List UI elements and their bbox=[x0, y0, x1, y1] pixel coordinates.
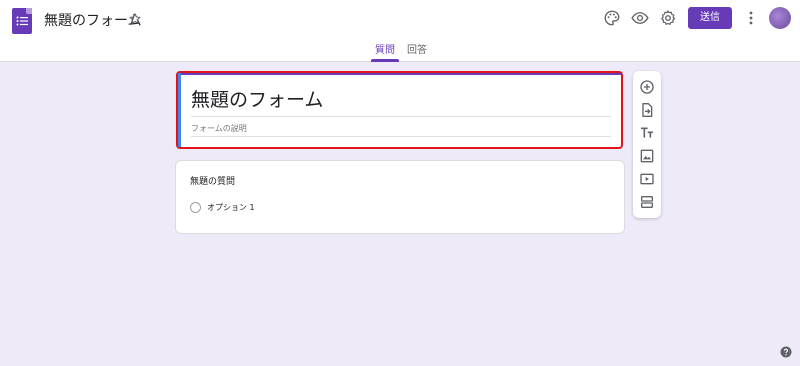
palette-icon[interactable] bbox=[603, 9, 621, 27]
forms-app-icon[interactable] bbox=[12, 8, 32, 34]
divider bbox=[191, 136, 611, 137]
avatar[interactable] bbox=[769, 7, 791, 29]
form-title-card[interactable]: 無題のフォーム フォームの説明 bbox=[176, 71, 623, 149]
title-card-top-band bbox=[178, 73, 621, 75]
list-icon bbox=[16, 16, 28, 26]
send-button[interactable]: 送信 bbox=[688, 7, 732, 29]
question-title[interactable]: 無題の質問 bbox=[190, 176, 235, 188]
divider bbox=[191, 116, 611, 117]
add-question-icon[interactable] bbox=[639, 79, 655, 95]
add-video-icon[interactable] bbox=[639, 171, 655, 187]
question-card[interactable]: 無題の質問 オプション 1 bbox=[175, 160, 625, 234]
preview-eye-icon[interactable] bbox=[631, 9, 649, 27]
settings-gear-icon[interactable] bbox=[659, 9, 677, 27]
form-description-input[interactable]: フォームの説明 bbox=[191, 124, 247, 134]
focus-accent-bar bbox=[178, 73, 181, 147]
help-icon[interactable] bbox=[780, 346, 792, 358]
add-section-icon[interactable] bbox=[639, 194, 655, 210]
radio-button[interactable] bbox=[190, 202, 201, 213]
form-title-input[interactable]: 無題のフォーム bbox=[191, 88, 323, 112]
document-title[interactable]: 無題のフォーム bbox=[44, 12, 142, 30]
add-image-icon[interactable] bbox=[639, 148, 655, 164]
option-label[interactable]: オプション 1 bbox=[207, 202, 255, 213]
tab-bar: 質問 回答 bbox=[0, 40, 800, 62]
floating-toolbar bbox=[633, 71, 661, 218]
star-icon[interactable] bbox=[128, 12, 142, 26]
add-title-icon[interactable] bbox=[639, 125, 655, 141]
more-vert-icon[interactable] bbox=[748, 10, 754, 26]
top-bar: 無題のフォーム 送信 質問 回答 bbox=[0, 0, 800, 62]
import-questions-icon[interactable] bbox=[639, 102, 655, 118]
tab-responses[interactable]: 回答 bbox=[407, 45, 427, 57]
tab-questions[interactable]: 質問 bbox=[375, 45, 395, 57]
active-tab-indicator bbox=[371, 59, 399, 62]
